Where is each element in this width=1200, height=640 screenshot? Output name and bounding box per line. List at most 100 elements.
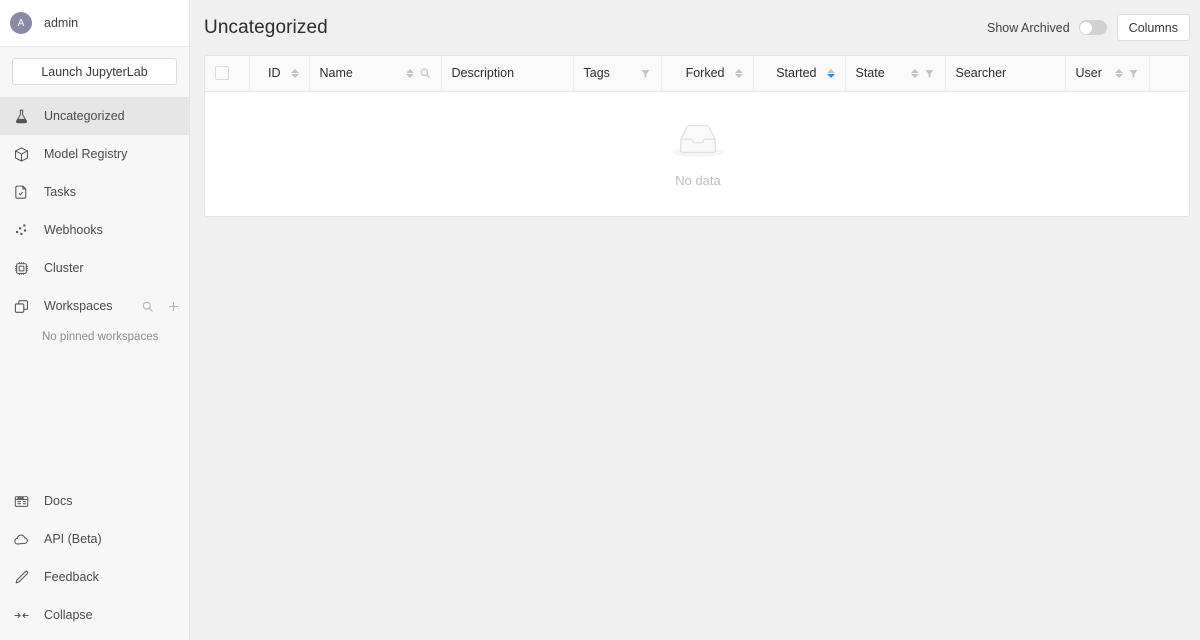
column-header-label: Tags [584,66,610,80]
sidebar-item-cluster[interactable]: Cluster [0,249,189,287]
sidebar-item-label: Collapse [44,608,93,622]
cube-icon [10,143,32,165]
collapse-arrows-icon [10,604,32,626]
workspaces-stack-icon [10,295,32,317]
show-archived-control[interactable]: Show Archived [987,20,1107,35]
sort-toggle-icon[interactable] [406,69,414,78]
header-controls: Show Archived Columns [987,14,1190,41]
th-tools [1115,68,1139,79]
sort-toggle-icon[interactable] [1115,69,1123,78]
show-archived-label: Show Archived [987,21,1070,35]
page-title: Uncategorized [204,17,328,39]
user-account-row[interactable]: A admin [0,0,189,47]
empty-state-text: No data [675,173,721,188]
avatar: A [10,12,32,34]
sidebar-item-label: Tasks [44,185,76,199]
cluster-chip-icon [10,257,32,279]
sidebar: A admin Launch JupyterLab Uncategorized [0,0,190,640]
filter-icon[interactable] [1128,68,1139,79]
toggle-knob [1080,22,1092,34]
sidebar-item-label: Model Registry [44,147,127,161]
th-tools [291,69,299,78]
th-tools [827,69,835,78]
sidebar-item-tasks[interactable]: Tasks [0,173,189,211]
column-header-label: Forked [686,66,725,80]
th-id[interactable]: ID [249,56,309,91]
sidebar-spacer [0,349,189,482]
sidebar-item-label: Workspaces [44,299,113,313]
table-header-row: ID Name [205,56,1190,91]
sidebar-item-label: Uncategorized [44,109,125,123]
table-body: No data [205,91,1190,216]
th-started[interactable]: Started [753,56,845,91]
workspaces-actions [139,287,181,325]
search-icon[interactable] [419,67,431,79]
table-empty-cell: No data [205,91,1190,216]
column-header-label: Searcher [956,66,1007,80]
th-name[interactable]: Name [309,56,441,91]
data-table-card: ID Name [204,55,1190,217]
search-icon[interactable] [139,298,155,314]
th-forked[interactable]: Forked [661,56,753,91]
launch-jupyterlab-button[interactable]: Launch JupyterLab [12,58,177,85]
column-header-label: State [856,66,885,80]
th-actions [1149,56,1190,91]
th-tags[interactable]: Tags [573,56,661,91]
th-tools [406,67,431,79]
sidebar-item-label: Feedback [44,570,99,584]
sort-toggle-icon[interactable] [291,69,299,78]
sidebar-item-label: Webhooks [44,223,103,237]
user-name-label: admin [44,16,78,30]
sort-toggle-icon[interactable] [827,69,835,78]
select-all-checkbox[interactable] [215,66,229,80]
th-select-all [205,56,249,91]
sidebar-item-workspaces[interactable]: Workspaces [0,287,189,325]
page-header: Uncategorized Show Archived Columns [190,0,1200,55]
empty-state: No data [205,92,1190,216]
th-state[interactable]: State [845,56,945,91]
sort-toggle-icon[interactable] [735,69,743,78]
th-tools [911,68,935,79]
sidebar-item-model-registry[interactable]: Model Registry [0,135,189,173]
th-user[interactable]: User [1065,56,1149,91]
pencil-icon [10,566,32,588]
column-header-label: Started [776,66,816,80]
main-content: Uncategorized Show Archived Columns [190,0,1200,640]
column-header-label: Name [320,66,353,80]
sidebar-item-api-beta[interactable]: API (Beta) [0,520,189,558]
empty-inbox-icon [669,120,727,167]
th-searcher[interactable]: Searcher [945,56,1065,91]
launch-jupyterlab-wrap: Launch JupyterLab [0,47,189,97]
secondary-nav: Docs API (Beta) Feedback [0,482,189,640]
cloud-icon [10,528,32,550]
plus-icon[interactable] [165,298,181,314]
docs-book-icon [10,490,32,512]
filter-icon[interactable] [924,68,935,79]
sidebar-item-collapse[interactable]: Collapse [0,596,189,634]
task-check-icon [10,181,32,203]
sidebar-item-label: Docs [44,494,72,508]
sort-toggle-icon[interactable] [911,69,919,78]
sidebar-item-label: API (Beta) [44,532,102,546]
sidebar-item-label: Cluster [44,261,84,275]
column-header-label: User [1076,66,1102,80]
show-archived-toggle[interactable] [1079,20,1107,35]
primary-nav: Uncategorized Model Registry [0,97,189,349]
sidebar-item-feedback[interactable]: Feedback [0,558,189,596]
table-empty-row: No data [205,91,1190,216]
sidebar-item-uncategorized[interactable]: Uncategorized [0,97,189,135]
sidebar-item-webhooks[interactable]: Webhooks [0,211,189,249]
table-header: ID Name [205,56,1190,91]
th-tools [640,68,651,79]
sidebar-item-docs[interactable]: Docs [0,482,189,520]
app-root: A admin Launch JupyterLab Uncategorized [0,0,1200,640]
column-header-label: ID [268,66,281,80]
th-description[interactable]: Description [441,56,573,91]
filter-icon[interactable] [640,68,651,79]
th-tools [735,69,743,78]
experiments-table: ID Name [205,56,1190,216]
flask-icon [10,105,32,127]
columns-button[interactable]: Columns [1117,14,1190,41]
column-header-label: Description [452,66,515,80]
workspaces-empty-label: No pinned workspaces [0,325,189,349]
